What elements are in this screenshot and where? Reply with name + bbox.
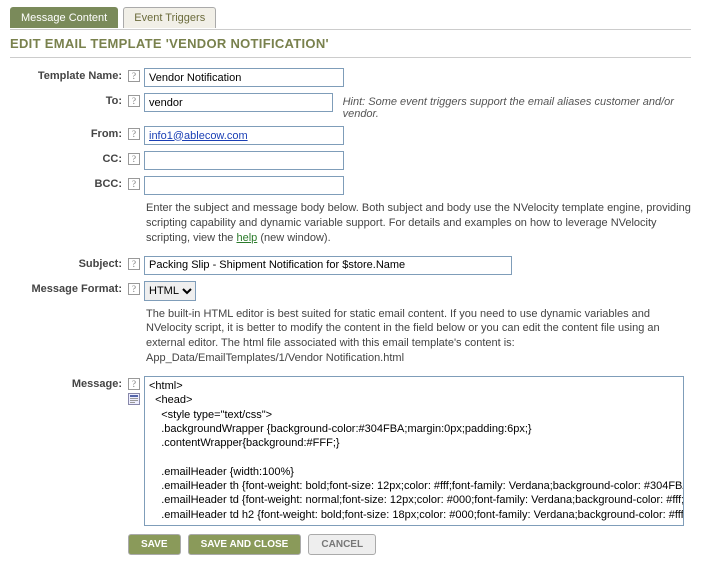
bcc-input[interactable] <box>144 176 344 195</box>
help-icon[interactable]: ? <box>128 151 144 165</box>
help-icon[interactable]: ? <box>128 68 144 82</box>
help-icon[interactable]: ? <box>128 281 144 295</box>
page-title: EDIT EMAIL TEMPLATE 'VENDOR NOTIFICATION… <box>10 36 691 51</box>
svg-text:?: ? <box>132 179 136 189</box>
content-path: App_Data/EmailTemplates/1/Vendor Notific… <box>146 352 404 364</box>
template-name-input[interactable] <box>144 68 344 87</box>
subject-input[interactable] <box>144 256 512 275</box>
svg-text:?: ? <box>132 71 136 81</box>
label-from: From: <box>10 126 128 140</box>
format-note-text: The built-in HTML editor is best suited … <box>146 308 660 350</box>
label-message-format: Message Format: <box>10 281 128 295</box>
to-hint: Hint: Some event triggers support the em… <box>343 93 691 120</box>
format-note: The built-in HTML editor is best suited … <box>10 307 691 366</box>
label-template-name: Template Name: <box>10 68 128 82</box>
tab-message-content[interactable]: Message Content <box>10 7 118 28</box>
svg-text:?: ? <box>132 129 136 139</box>
svg-text:?: ? <box>132 379 136 389</box>
svg-text:?: ? <box>132 154 136 164</box>
svg-text:?: ? <box>132 284 136 294</box>
save-and-close-button[interactable]: SAVE AND CLOSE <box>188 534 302 555</box>
divider <box>10 29 691 30</box>
help-icon[interactable]: ? <box>128 126 144 140</box>
help-icon[interactable]: ? <box>128 376 144 405</box>
body-intro: Enter the subject and message body below… <box>10 201 691 246</box>
save-button[interactable]: SAVE <box>128 534 181 555</box>
help-icon[interactable]: ? <box>128 176 144 190</box>
body-intro-text-a: Enter the subject and message body below… <box>146 202 691 244</box>
help-icon[interactable]: ? <box>128 256 144 270</box>
from-input[interactable] <box>144 126 344 145</box>
svg-text:?: ? <box>132 96 136 106</box>
tab-event-triggers[interactable]: Event Triggers <box>123 7 216 28</box>
svg-text:?: ? <box>132 259 136 269</box>
label-subject: Subject: <box>10 256 128 270</box>
label-cc: CC: <box>10 151 128 165</box>
button-bar: SAVE SAVE AND CLOSE CANCEL <box>10 534 691 555</box>
message-format-select[interactable]: HTML <box>144 281 196 301</box>
cc-input[interactable] <box>144 151 344 170</box>
divider <box>10 57 691 58</box>
to-input[interactable] <box>144 93 333 112</box>
help-link[interactable]: help <box>236 232 257 244</box>
editor-icon[interactable] <box>128 393 140 405</box>
body-intro-text-b: (new window). <box>257 232 330 244</box>
label-bcc: BCC: <box>10 176 128 190</box>
label-to: To: <box>10 93 128 107</box>
tab-bar: Message Content Event Triggers <box>10 6 691 27</box>
message-textarea[interactable] <box>144 376 684 526</box>
label-message: Message: <box>10 376 128 390</box>
help-icon[interactable]: ? <box>128 93 144 107</box>
cancel-button[interactable]: CANCEL <box>308 534 376 555</box>
